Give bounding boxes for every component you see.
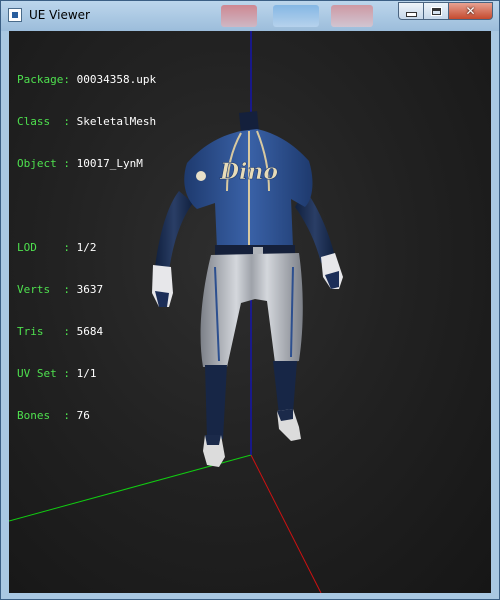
info-row-class: Class : SkeletalMesh <box>17 115 157 128</box>
info-row-lod: LOD : 1/2 <box>17 241 97 254</box>
window-title: UE Viewer <box>29 8 90 22</box>
jersey-lettering: Dino <box>219 159 278 185</box>
left-sock <box>205 365 227 439</box>
ue-viewer-window: UE Viewer ✕ Dino Package: 00034358.upk C… <box>0 0 500 600</box>
minimize-button[interactable] <box>398 2 424 20</box>
maximize-button[interactable] <box>424 2 449 20</box>
right-sock <box>273 361 297 415</box>
title-bar[interactable]: UE Viewer ✕ <box>1 1 499 31</box>
background-blur <box>331 5 373 27</box>
close-icon: ✕ <box>465 4 476 18</box>
3d-viewport[interactable]: Dino Package: 00034358.upk Class : Skele… <box>9 31 491 593</box>
app-icon <box>8 8 22 22</box>
info-row-object: Object : 10017_LynM <box>17 157 143 170</box>
info-row-uvset: UV Set : 1/1 <box>17 367 97 380</box>
baseball-uniform-model: Dino <box>152 111 343 467</box>
info-row-package: Package: 00034358.upk <box>17 73 157 86</box>
info-row-tris: Tris : 5684 <box>17 325 104 338</box>
mesh-info-panel: Package: 00034358.upk Class : SkeletalMe… <box>17 45 156 451</box>
background-blur <box>273 5 319 27</box>
axis-x-line <box>250 454 322 593</box>
maximize-icon <box>430 6 442 16</box>
background-blur <box>221 5 257 27</box>
info-row-verts: Verts : 3637 <box>17 283 104 296</box>
close-button[interactable]: ✕ <box>449 2 493 20</box>
window-controls: ✕ <box>398 2 493 20</box>
info-row-bones: Bones : 76 <box>17 409 90 422</box>
left-sleeve <box>155 191 193 271</box>
minimize-icon <box>405 11 417 17</box>
